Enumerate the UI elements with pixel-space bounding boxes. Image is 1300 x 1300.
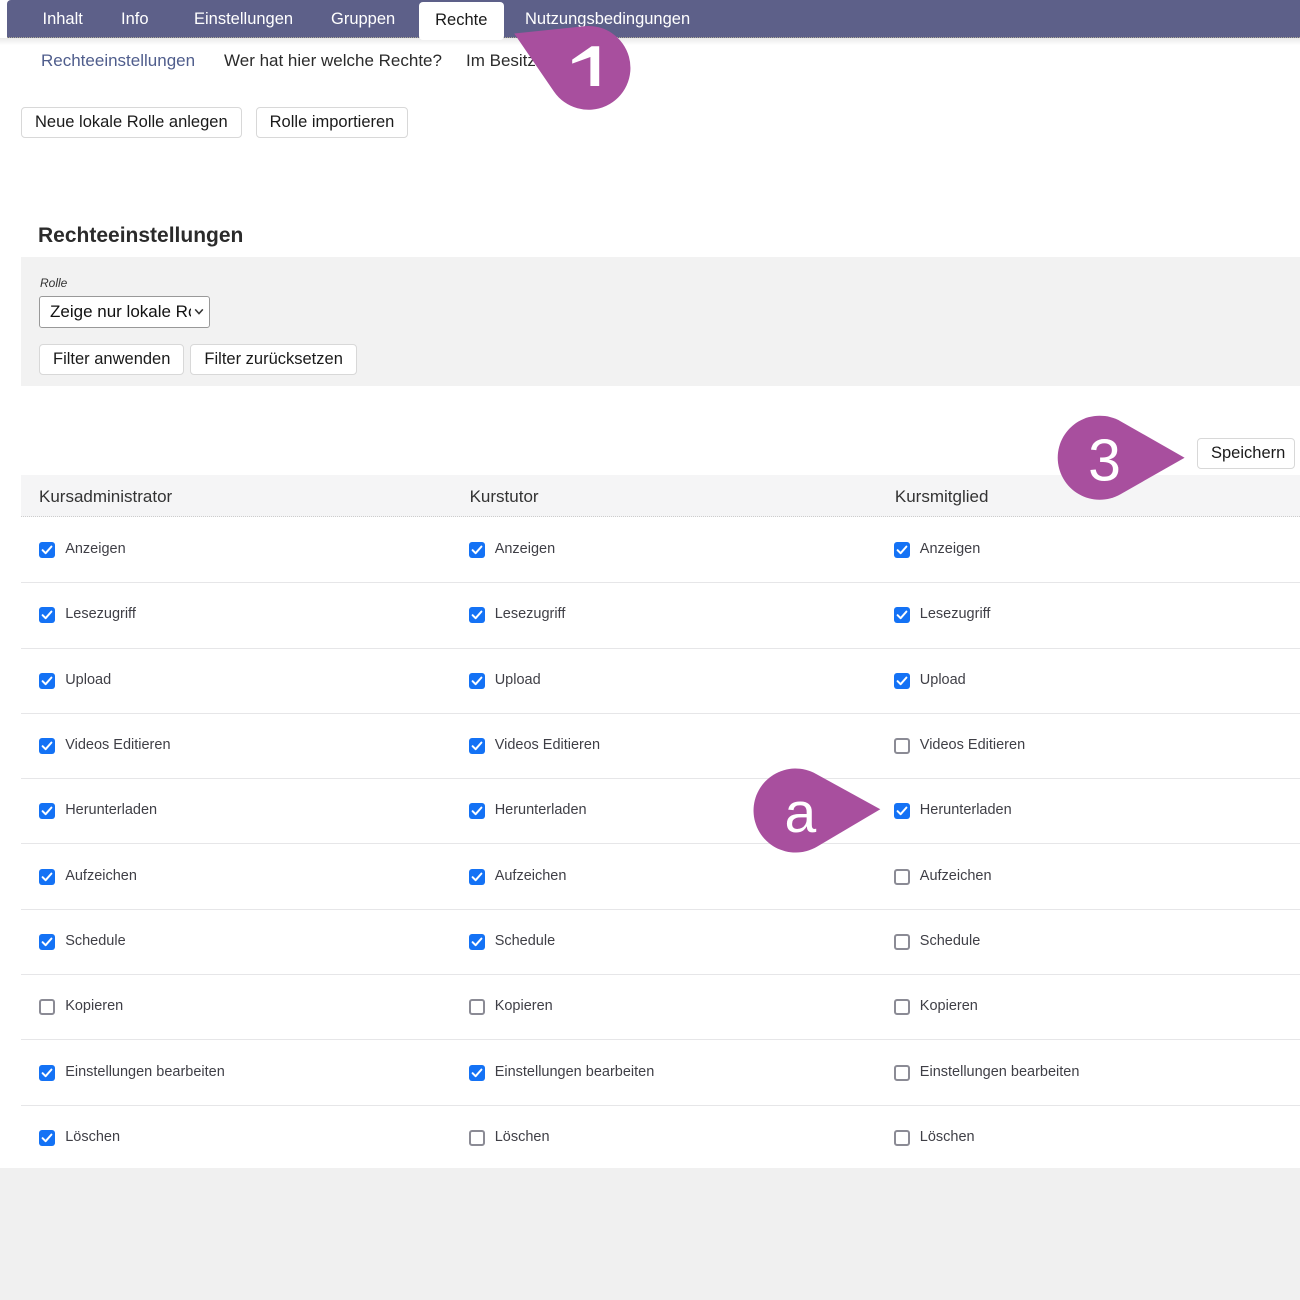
svg-text:3: 3 <box>1088 428 1121 494</box>
svg-text:a: a <box>784 781 816 845</box>
